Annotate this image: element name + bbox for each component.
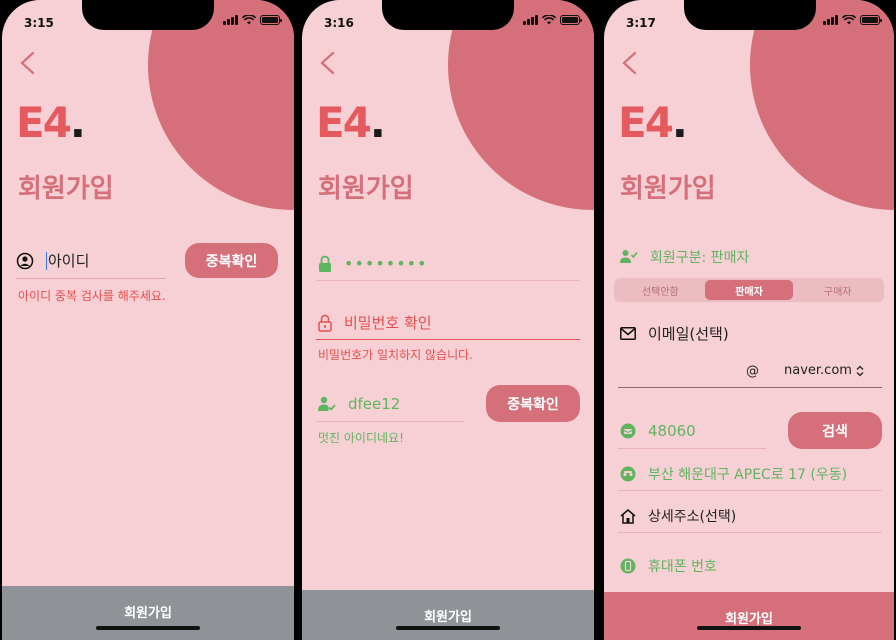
signup-screen-2: 3:16 E4. 회원가입 •••••••• 비밀번호 확인 비밀번호가 일치하… bbox=[302, 0, 594, 640]
status-icons bbox=[823, 15, 882, 25]
chevron-up-down-icon bbox=[856, 365, 864, 376]
id-field[interactable]: dfee12 bbox=[318, 395, 400, 413]
segment-none[interactable]: 선택안함 bbox=[616, 280, 705, 300]
email-domain-value: naver.com bbox=[784, 363, 852, 378]
duplicate-check-button[interactable]: 중복확인 bbox=[185, 243, 278, 278]
email-domain-select[interactable]: naver.com bbox=[784, 363, 864, 378]
address-input[interactable]: 부산 해운대구 APEC로 17 (우동) bbox=[648, 464, 847, 484]
segment-buyer[interactable]: 구매자 bbox=[793, 280, 882, 300]
success-message: 멋진 아이디네요! bbox=[318, 431, 404, 445]
signup-submit-label: 회원가입 bbox=[424, 610, 472, 625]
error-message: 아이디 중복 검사를 해주세요. bbox=[18, 289, 166, 303]
password-underline bbox=[316, 280, 580, 281]
signup-submit-label: 회원가입 bbox=[124, 606, 172, 621]
phone-field[interactable]: 휴대폰 번호 bbox=[620, 556, 717, 576]
back-chevron-icon[interactable] bbox=[16, 50, 38, 76]
app-logo: E4. bbox=[618, 98, 688, 147]
zipcode-input[interactable]: 48060 bbox=[648, 422, 696, 440]
address-search-button[interactable]: 검색 bbox=[788, 412, 882, 449]
decorative-circle bbox=[750, 0, 894, 210]
phone-icon bbox=[620, 558, 636, 574]
id-input[interactable]: dfee12 bbox=[348, 395, 400, 413]
mailbox-icon bbox=[620, 423, 636, 439]
password-confirm-underline bbox=[316, 339, 580, 340]
password-confirm-field[interactable]: 비밀번호 확인 bbox=[318, 312, 432, 333]
address-underline bbox=[618, 490, 882, 491]
email-underline bbox=[618, 387, 882, 388]
user-check-icon bbox=[318, 396, 336, 411]
wifi-icon bbox=[842, 15, 856, 25]
battery-icon bbox=[260, 15, 282, 25]
app-logo: E4. bbox=[316, 98, 386, 147]
page-title: 회원가입 bbox=[18, 174, 114, 204]
signal-icon bbox=[823, 15, 838, 25]
battery-icon bbox=[560, 15, 582, 25]
back-chevron-icon[interactable] bbox=[618, 50, 640, 76]
home-indicator bbox=[96, 626, 200, 630]
status-time: 3:17 bbox=[626, 16, 656, 30]
person-check-icon bbox=[620, 250, 638, 263]
lock-icon bbox=[319, 255, 331, 272]
notch bbox=[684, 0, 816, 30]
signup-submit-label: 회원가입 bbox=[725, 612, 773, 627]
duplicate-check-button[interactable]: 중복확인 bbox=[486, 385, 580, 422]
zipcode-field[interactable]: 48060 bbox=[620, 422, 696, 440]
page-title: 회원가입 bbox=[318, 174, 414, 204]
home-indicator bbox=[697, 626, 801, 630]
signup-submit-button[interactable]: 회원가입 bbox=[604, 592, 894, 640]
password-field[interactable]: •••••••• bbox=[318, 254, 428, 273]
mismatch-message: 비밀번호가 일치하지 않습니다. bbox=[318, 348, 473, 362]
address-detail-underline bbox=[618, 532, 882, 533]
signup-screen-3: 3:17 E4. 회원가입 회원구분: 판매자 선택안함 판매자 구매자 이메일… bbox=[604, 0, 894, 640]
address-detail-input[interactable]: 상세주소(선택) bbox=[648, 506, 736, 526]
email-field[interactable]: 이메일(선택) bbox=[620, 323, 729, 344]
member-type-segmented-control[interactable]: 선택안함 판매자 구매자 bbox=[614, 278, 884, 302]
notch bbox=[82, 0, 214, 30]
wifi-icon bbox=[242, 15, 256, 25]
house-icon bbox=[620, 508, 636, 524]
status-time: 3:16 bbox=[324, 16, 354, 30]
id-underline bbox=[16, 278, 166, 279]
lock-open-icon bbox=[318, 314, 332, 332]
decorative-circle bbox=[148, 0, 294, 210]
app-logo: E4. bbox=[16, 98, 86, 147]
back-chevron-icon[interactable] bbox=[316, 50, 338, 76]
status-icons bbox=[223, 15, 282, 25]
id-underline bbox=[316, 421, 464, 422]
signup-submit-button[interactable]: 회원가입 bbox=[302, 590, 594, 640]
signal-icon bbox=[223, 15, 238, 25]
signup-screen-1: 3:15 E4. 회원가입 아이디 중복확인 아이디 중복 검사를 해주세요. … bbox=[2, 0, 294, 640]
user-circle-icon bbox=[16, 252, 34, 269]
page-title: 회원가입 bbox=[620, 174, 716, 204]
phone-input[interactable]: 휴대폰 번호 bbox=[648, 556, 717, 576]
status-icons bbox=[523, 15, 582, 25]
mail-icon bbox=[620, 327, 636, 340]
signup-submit-button[interactable]: 회원가입 bbox=[2, 586, 294, 640]
member-type-label: 회원구분: 판매자 bbox=[650, 250, 750, 266]
home-indicator bbox=[396, 626, 500, 630]
signal-icon bbox=[523, 15, 538, 25]
email-input[interactable]: 이메일(선택) bbox=[648, 323, 729, 344]
email-at-symbol: @ bbox=[746, 364, 759, 379]
id-input[interactable]: 아이디 bbox=[48, 250, 89, 271]
status-time: 3:15 bbox=[24, 16, 54, 30]
notch bbox=[382, 0, 514, 30]
password-confirm-input[interactable]: 비밀번호 확인 bbox=[344, 312, 432, 333]
segment-seller[interactable]: 판매자 bbox=[704, 280, 794, 300]
zipcode-underline bbox=[618, 448, 766, 449]
id-field[interactable]: 아이디 bbox=[16, 250, 89, 271]
member-type-row: 회원구분: 판매자 bbox=[620, 247, 749, 267]
wifi-icon bbox=[542, 15, 556, 25]
road-icon bbox=[620, 466, 636, 482]
text-cursor bbox=[46, 251, 47, 270]
password-input[interactable]: •••••••• bbox=[344, 254, 428, 273]
address-field[interactable]: 부산 해운대구 APEC로 17 (우동) bbox=[620, 464, 847, 484]
battery-icon bbox=[860, 15, 882, 25]
decorative-circle bbox=[448, 0, 594, 210]
address-detail-field[interactable]: 상세주소(선택) bbox=[620, 506, 736, 526]
